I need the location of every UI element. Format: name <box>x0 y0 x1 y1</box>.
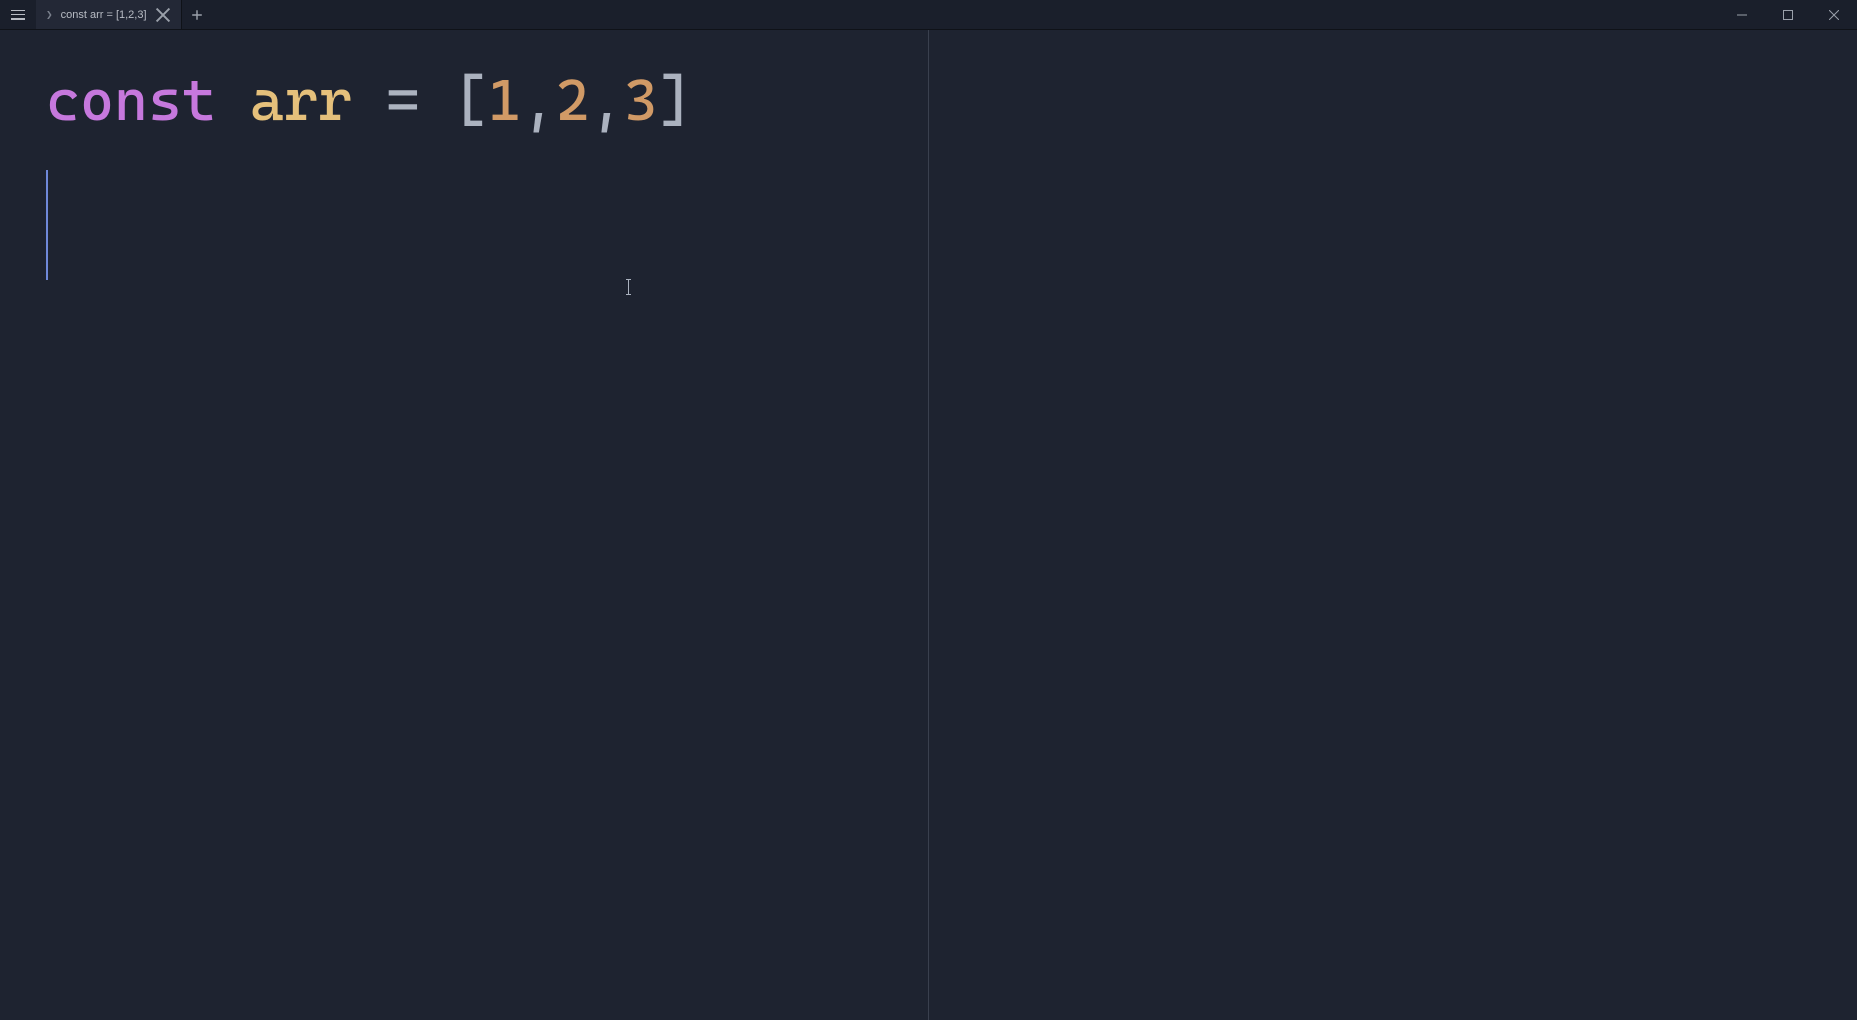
token-number: 1 <box>488 66 522 134</box>
editor-split: const arr = [1,2,3] <box>0 30 1857 1020</box>
plus-icon <box>191 9 203 21</box>
editor-pane-right[interactable] <box>928 30 1857 1020</box>
tab-active[interactable]: ❯ const arr = [1,2,3] <box>36 0 182 29</box>
token-space <box>216 66 250 134</box>
token-identifier: arr <box>250 66 352 134</box>
token-right-bracket: ] <box>658 66 692 134</box>
mouse-text-cursor-icon <box>628 279 629 295</box>
hamburger-icon <box>11 10 25 20</box>
maximize-icon <box>1783 10 1793 20</box>
token-keyword: const <box>46 66 216 134</box>
close-icon <box>1829 10 1839 20</box>
token-number: 2 <box>556 66 590 134</box>
tab-close-button[interactable] <box>155 7 171 23</box>
close-icon <box>155 7 171 23</box>
token-equals: = <box>386 66 420 134</box>
token-comma: , <box>590 66 624 134</box>
maximize-button[interactable] <box>1765 0 1811 30</box>
token-left-bracket: [ <box>454 66 488 134</box>
token-space <box>420 66 454 134</box>
editor-cursor <box>46 170 48 280</box>
gutter <box>0 30 10 1020</box>
token-comma: , <box>522 66 556 134</box>
menu-button[interactable] <box>0 0 36 29</box>
tab-prompt-icon: ❯ <box>46 8 53 21</box>
minimize-icon <box>1737 10 1747 20</box>
new-tab-button[interactable] <box>182 0 212 29</box>
app-window: ❯ const arr = [1,2,3] const arr = [1,2,3… <box>0 0 1857 1020</box>
titlebar: ❯ const arr = [1,2,3] <box>0 0 1857 30</box>
code-line-1[interactable]: const arr = [1,2,3] <box>46 66 928 136</box>
tab-title: const arr = [1,2,3] <box>61 9 147 21</box>
minimize-button[interactable] <box>1719 0 1765 30</box>
window-controls <box>1719 0 1857 29</box>
editor-pane-left[interactable]: const arr = [1,2,3] <box>0 30 928 1020</box>
token-space <box>352 66 386 134</box>
token-number: 3 <box>624 66 658 134</box>
close-window-button[interactable] <box>1811 0 1857 30</box>
